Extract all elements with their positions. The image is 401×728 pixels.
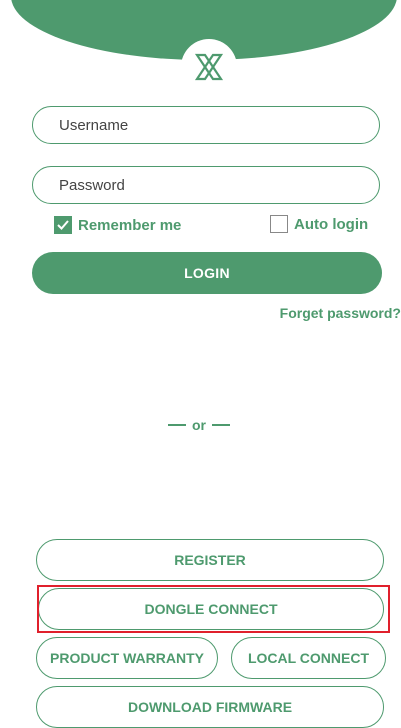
password-input[interactable] bbox=[57, 175, 379, 195]
app-logo bbox=[181, 39, 237, 95]
product-warranty-button[interactable]: PRODUCT WARRANTY bbox=[36, 637, 218, 679]
download-firmware-button[interactable]: DOWNLOAD FIRMWARE bbox=[36, 686, 384, 728]
dongle-connect-highlight bbox=[37, 585, 390, 633]
divider-line-left bbox=[168, 424, 186, 426]
register-button[interactable]: REGISTER bbox=[36, 539, 384, 581]
divider-line-right bbox=[212, 424, 230, 426]
remember-me-label: Remember me bbox=[78, 216, 182, 234]
password-field[interactable] bbox=[32, 166, 380, 204]
x-logo-icon bbox=[194, 53, 224, 81]
login-button[interactable]: LOGIN bbox=[32, 252, 382, 294]
checkbox-unchecked-icon[interactable] bbox=[270, 215, 288, 233]
remember-me-checkbox[interactable]: Remember me bbox=[54, 216, 181, 234]
or-label: or bbox=[192, 417, 206, 433]
username-input[interactable] bbox=[57, 115, 379, 135]
username-field[interactable] bbox=[32, 106, 380, 144]
local-connect-button[interactable]: LOCAL CONNECT bbox=[231, 637, 386, 679]
or-divider: or bbox=[168, 417, 230, 433]
auto-login-label: Auto login bbox=[294, 215, 369, 233]
forget-password-link[interactable]: Forget password? bbox=[280, 305, 401, 321]
checkbox-checked-icon[interactable] bbox=[54, 216, 72, 234]
auto-login-checkbox[interactable]: Auto login bbox=[270, 215, 368, 233]
